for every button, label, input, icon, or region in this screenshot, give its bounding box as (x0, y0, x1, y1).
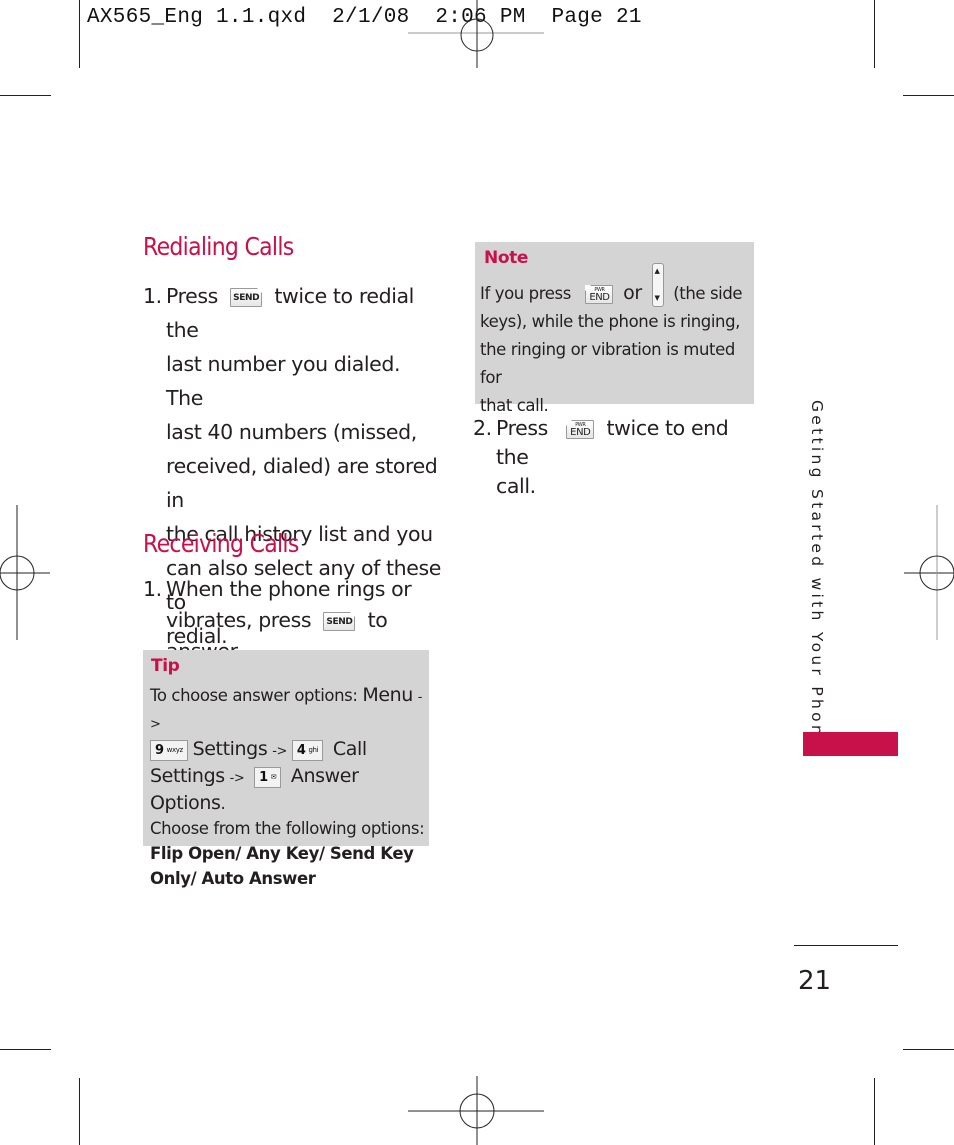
slug-line: AX565_Eng 1.1.qxd 2/1/08 2:06 PM Page 21 (87, 6, 642, 29)
step-number: 1. (143, 284, 162, 308)
key-letters: wxyz (166, 746, 183, 754)
send-key-icon: SEND (323, 611, 356, 631)
step-text: last number you dialed. The (166, 352, 401, 410)
registration-mark-right (904, 505, 954, 640)
crop-mark (79, 1078, 80, 1145)
tip-arrow: -> (229, 771, 245, 786)
step-text: Press (166, 284, 218, 308)
section-heading-receiving: Receiving Calls (143, 529, 299, 558)
key-end-label: END (589, 292, 610, 303)
key-letters: ghi (308, 746, 319, 754)
tip-settings-label: Settings (150, 765, 225, 787)
step-text: vibrates, press (166, 608, 312, 632)
tip-arrow: -> (272, 744, 287, 759)
tip-box: Tip To choose answer options: Menu -> 9w… (143, 650, 429, 888)
registration-mark-bottom (408, 1076, 544, 1145)
note-text-line: that call. (480, 396, 549, 415)
side-volume-keys-icon: ▲ ▼ (651, 262, 664, 307)
key-1-voicemail-icon: 1 ✉ (254, 767, 282, 788)
tip-settings-label: Settings (192, 738, 268, 760)
registration-mark-left (0, 505, 50, 640)
voicemail-icon: ✉ (270, 773, 277, 781)
step-text: call. (496, 474, 536, 498)
tip-title: Tip (151, 656, 180, 676)
tip-options: Only/ Auto Answer (150, 869, 316, 888)
key-4-icon: 4 ghi (291, 740, 324, 761)
chapter-tab-marker (803, 732, 898, 756)
footer-rule (794, 945, 898, 946)
section-heading-redialing: Redialing Calls (143, 232, 294, 261)
note-text-line: the ringing or vibration is muted for (480, 340, 735, 387)
send-key-icon: SEND (230, 287, 263, 307)
send-key-label: SEND (233, 292, 260, 303)
tip-text: To choose answer options: Menu -> 9 wxyz … (150, 683, 430, 891)
note-text-line: (the side (673, 284, 743, 303)
page-number: 21 (798, 966, 832, 996)
down-arrow-icon: ▼ (654, 293, 660, 302)
tip-call-label: Call (332, 738, 367, 760)
step-2: 2. Press PWR END twice to end the call. (473, 414, 753, 501)
crop-mark (79, 0, 80, 68)
crop-mark (0, 1049, 51, 1050)
send-key-label: SEND (326, 616, 353, 627)
step-text: Press (496, 416, 548, 440)
note-box: Note If you press PWR END or ▲ ▼ (the side… (475, 242, 754, 415)
chapter-side-label: Getting Started with Your Phone (808, 400, 826, 751)
crop-mark (874, 0, 875, 68)
tip-options: Flip Open/ Any Key/ Send Key (150, 844, 414, 863)
note-title: Note (484, 248, 528, 268)
tip-intro: To choose answer options: (150, 686, 358, 705)
step-text: received, dialed) are stored in (166, 454, 438, 512)
step-text: last 40 numbers (missed, (166, 420, 417, 444)
key-9-icon: 9 wxyz (150, 740, 188, 761)
step-text: When the phone rings or (166, 577, 412, 601)
crop-mark (0, 95, 51, 96)
step-number: 1. (143, 577, 162, 601)
crop-mark (874, 1078, 875, 1145)
key-number: 1 (259, 770, 268, 785)
tip-menu-label: Menu (362, 684, 413, 706)
key-end-label: END (570, 426, 591, 438)
note-text-line: If you press (480, 284, 571, 303)
note-text: If you press PWR END or ▲ ▼ (the side keys… (480, 262, 755, 420)
key-number: 9 (155, 743, 164, 758)
crop-mark (903, 1049, 954, 1050)
end-key-icon: PWR END (566, 419, 595, 439)
up-arrow-icon: ▲ (654, 266, 660, 275)
note-text-line: keys), while the phone is ringing, (480, 312, 741, 331)
tip-choose-text: Choose from the following options: (150, 819, 425, 838)
step-number: 2. (473, 416, 492, 440)
crop-mark (903, 95, 954, 96)
registration-mark-top (408, 0, 544, 68)
note-or: or (623, 282, 642, 304)
end-key-icon: PWR END (585, 285, 614, 304)
tip-period: . (220, 794, 226, 813)
key-number: 4 (296, 743, 306, 758)
